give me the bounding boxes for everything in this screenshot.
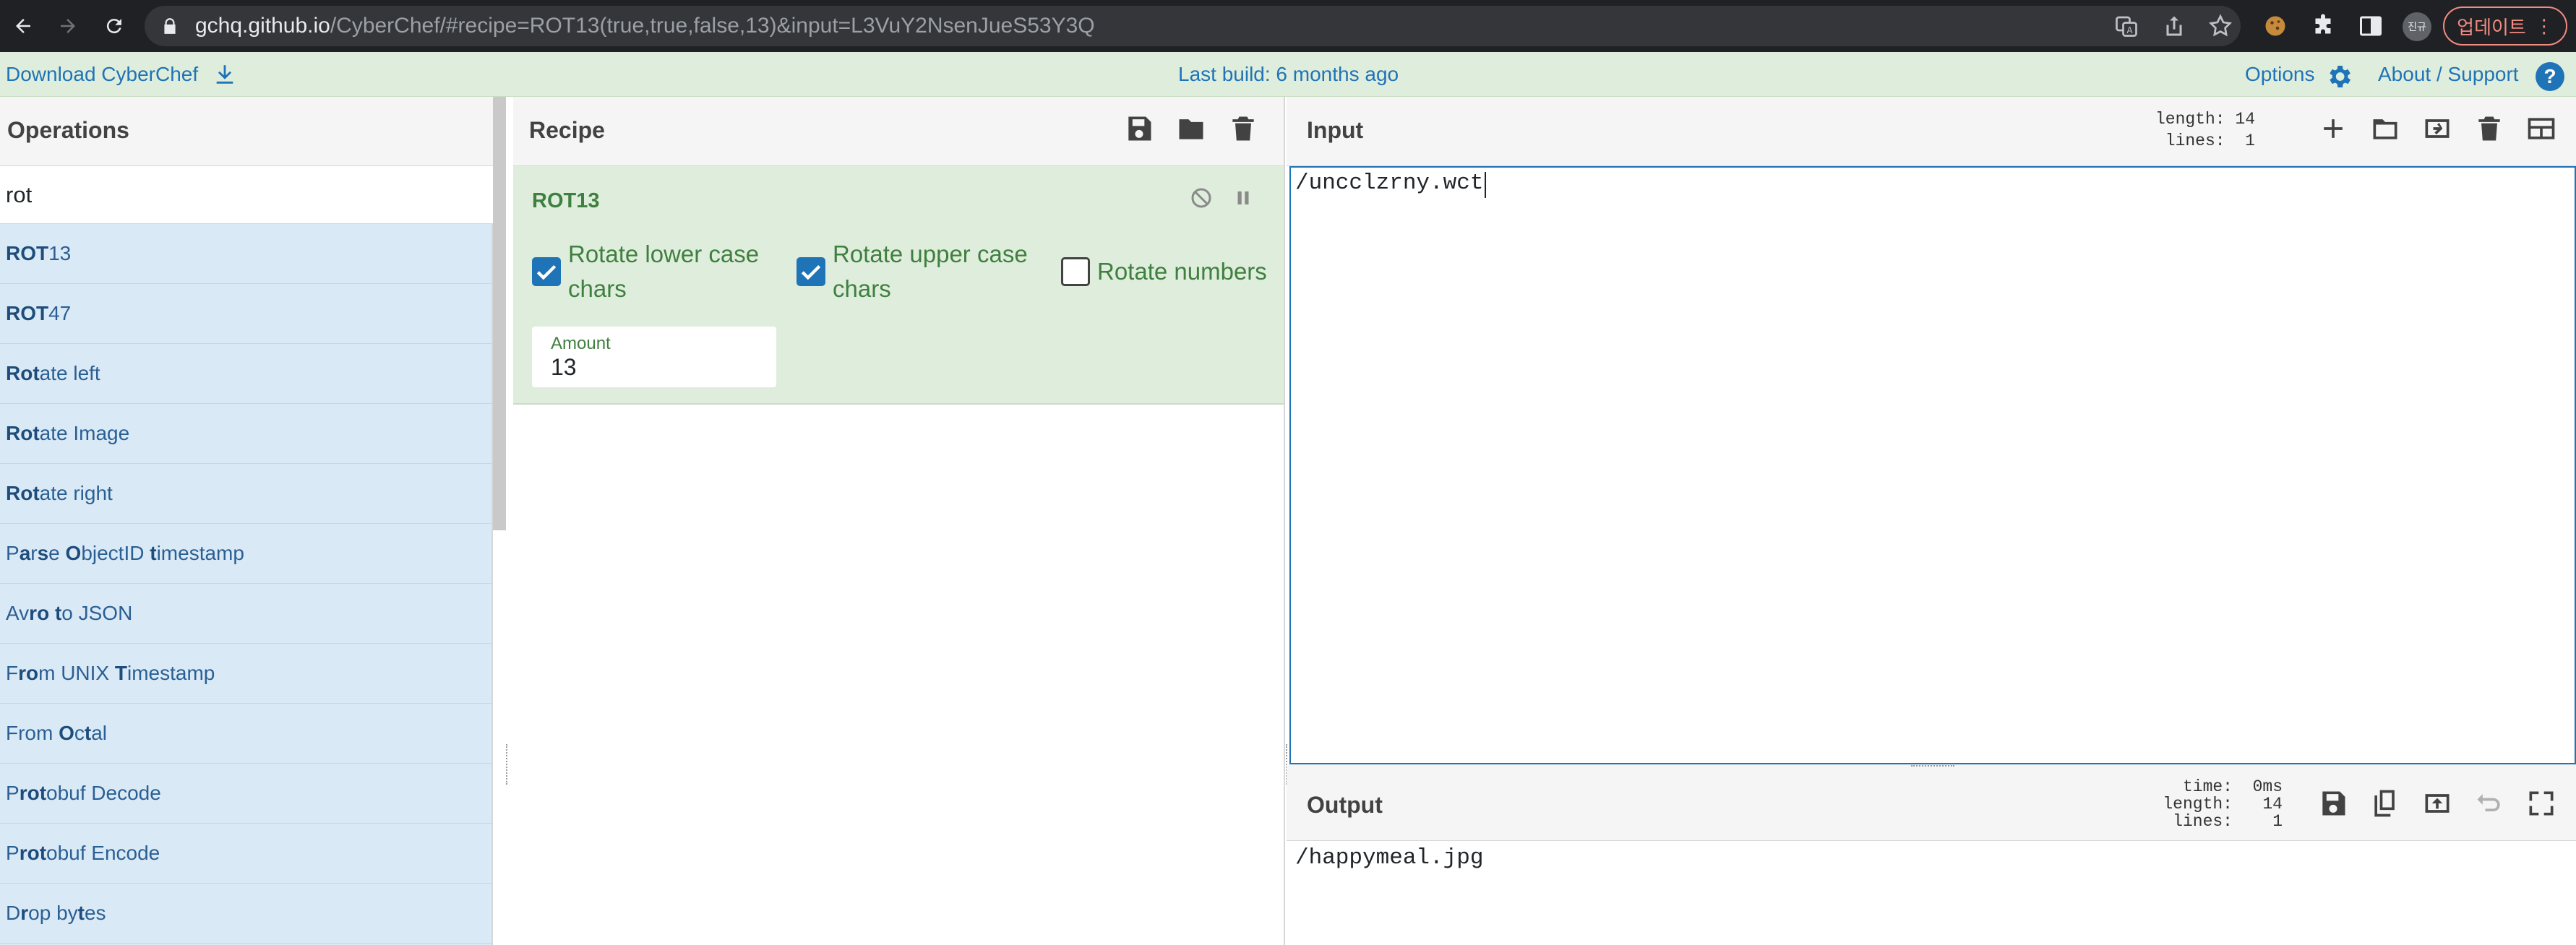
operation-list-item[interactable]: Drop bytes	[0, 884, 491, 944]
cookie-extension-icon[interactable]	[2262, 13, 2288, 39]
rotate-numbers-checkbox[interactable]	[1061, 257, 1090, 286]
operations-title: Operations	[7, 117, 129, 143]
url-host: gchq.github.io	[195, 14, 330, 38]
check-icon	[801, 264, 821, 280]
check-icon	[536, 264, 557, 280]
open-file-icon[interactable]	[2421, 113, 2453, 144]
save-recipe-icon[interactable]	[1123, 113, 1155, 144]
input-title: Input	[1307, 117, 1364, 143]
rotate-numbers-label: Rotate numbers	[1097, 258, 1267, 285]
save-output-icon[interactable]	[2317, 788, 2349, 819]
reset-layout-icon[interactable]	[2525, 113, 2557, 144]
last-build-text: Last build: 6 months ago	[1178, 63, 1399, 85]
options-link[interactable]: Options	[2245, 52, 2315, 97]
ops-resize-handle[interactable]	[506, 744, 509, 785]
browser-update-button[interactable]: 업데이트 ⋮	[2443, 7, 2567, 46]
copy-output-icon[interactable]	[2369, 788, 2401, 819]
rotate-upper-checkbox[interactable]	[797, 257, 825, 286]
recipe-header	[513, 97, 1284, 166]
input-textarea[interactable]	[1289, 166, 2576, 764]
undo-icon[interactable]	[2473, 788, 2505, 819]
share-icon[interactable]	[2161, 13, 2187, 39]
operations-search-input[interactable]: rot	[0, 166, 493, 224]
disable-operation-icon[interactable]	[1188, 185, 1214, 211]
operations-list[interactable]: ROT13 ROT47 Rotate left Rotate Image Rotate …	[0, 224, 491, 945]
rotate-upper-label: Rotate upper case chars	[833, 241, 1028, 302]
about-support-link[interactable]: About / Support	[2378, 52, 2519, 97]
recipe-operation-name: ROT13	[532, 189, 600, 212]
add-input-tab-icon[interactable]	[2317, 113, 2349, 144]
operation-list-item[interactable]: Rotate right	[0, 464, 491, 524]
svg-text:A: A	[2126, 25, 2133, 35]
url-text[interactable]: gchq.github.io/CyberChef/#recipe=ROT13(t…	[195, 10, 1095, 42]
operation-list-item[interactable]: ROT13	[0, 224, 491, 284]
operation-list-item[interactable]: Parse ObjectID timestamp	[0, 524, 491, 584]
url-path: /CyberChef/#recipe=ROT13(true,true,false…	[330, 14, 1095, 38]
clear-input-trash-icon[interactable]	[2473, 113, 2505, 144]
lock-icon[interactable]	[160, 16, 179, 36]
amount-label: Amount	[551, 334, 611, 353]
forward-icon[interactable]	[51, 9, 85, 43]
output-title: Output	[1307, 792, 1383, 818]
reload-icon[interactable]	[97, 9, 132, 43]
output-text[interactable]: /happymeal.jpg	[1295, 845, 1483, 871]
input-lines-stat: lines: 1	[2165, 131, 2255, 150]
clear-recipe-trash-icon[interactable]	[1227, 113, 1259, 144]
replace-input-icon[interactable]	[2421, 788, 2453, 819]
maximise-icon[interactable]	[2525, 788, 2557, 819]
input-length-stat: length: 14	[2155, 110, 2255, 129]
about-label: About / Support	[2378, 63, 2519, 85]
download-icon[interactable]	[212, 62, 237, 87]
download-cyberchef-link[interactable]: Download CyberChef	[6, 52, 198, 97]
operation-list-item[interactable]: ROT47	[0, 284, 491, 344]
open-folder-icon[interactable]	[2369, 113, 2401, 144]
operation-list-item[interactable]: Protobuf Decode	[0, 764, 491, 824]
operations-scrollbar[interactable]	[493, 97, 506, 530]
operation-list-item[interactable]: From UNIX Timestamp	[0, 644, 491, 704]
recipe-title: Recipe	[529, 117, 605, 143]
operation-list-item[interactable]: Rotate left	[0, 344, 491, 404]
text-caret	[1485, 172, 1486, 198]
profile-avatar[interactable]: 진규	[2403, 12, 2431, 41]
rotate-lower-checkbox[interactable]	[532, 257, 561, 286]
help-icon[interactable]: ?	[2536, 62, 2564, 91]
io-resize-grip[interactable]	[1911, 765, 1954, 769]
gear-icon[interactable]	[2324, 62, 2353, 91]
operation-list-item[interactable]: From Octal	[0, 704, 491, 764]
download-label: Download CyberChef	[6, 63, 199, 85]
rotate-lower-label: Rotate lower case chars	[568, 241, 760, 302]
input-text[interactable]: /uncclzrny.wct	[1295, 171, 1483, 196]
more-vert-icon: ⋮	[2534, 15, 2554, 37]
load-recipe-folder-icon[interactable]	[1175, 113, 1207, 144]
output-time-stat: time: 0ms	[2182, 777, 2283, 796]
side-panel-icon[interactable]	[2358, 13, 2384, 39]
operation-list-item[interactable]: Avro to JSON	[0, 584, 491, 644]
operation-list-item[interactable]: Rotate Image	[0, 404, 491, 464]
pause-operation-icon[interactable]	[1230, 185, 1256, 211]
extensions-puzzle-icon[interactable]	[2310, 13, 2336, 39]
output-length-stat: length: 14	[2163, 795, 2283, 814]
update-label: 업데이트	[2457, 16, 2526, 38]
back-icon[interactable]	[6, 9, 40, 43]
translate-icon[interactable]: A	[2113, 13, 2139, 39]
options-label: Options	[2245, 63, 2315, 85]
amount-value[interactable]: 13	[551, 354, 577, 381]
bookmark-star-icon[interactable]	[2207, 13, 2233, 39]
operation-list-item[interactable]: Protobuf Encode	[0, 824, 491, 884]
output-lines-stat: lines: 1	[2173, 812, 2283, 831]
